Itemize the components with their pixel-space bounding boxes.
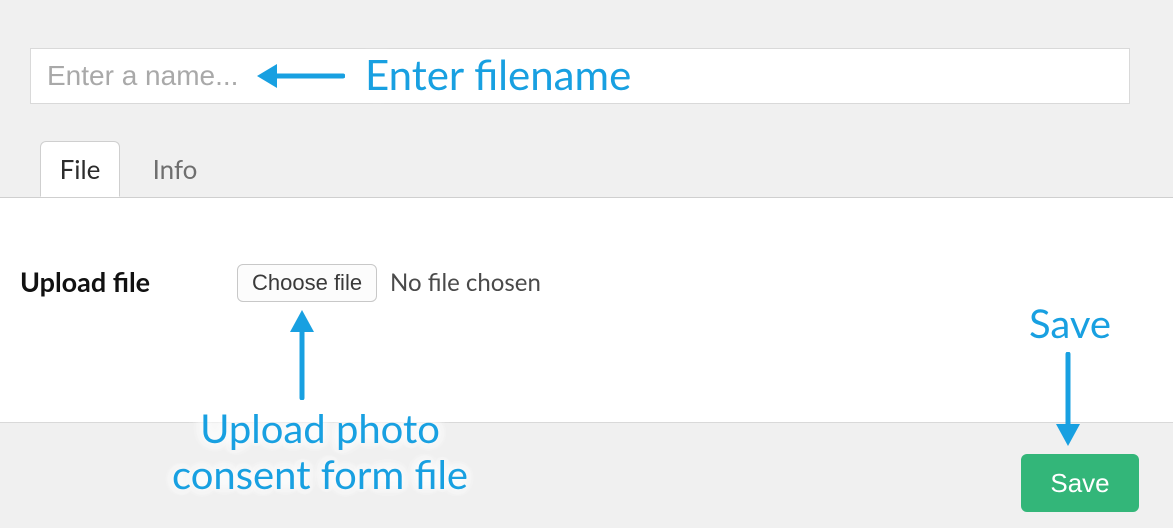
save-button-label: Save — [1050, 468, 1109, 498]
save-button[interactable]: Save — [1021, 454, 1139, 512]
annotation-upload-hint-line2: consent form file — [150, 451, 490, 497]
tab-info-label: Info — [153, 153, 198, 185]
form-panel — [0, 198, 1173, 423]
tab-info[interactable]: Info — [140, 141, 210, 197]
tab-file[interactable]: File — [40, 141, 120, 197]
name-input[interactable] — [30, 48, 1130, 104]
choose-file-button[interactable]: Choose file — [237, 264, 377, 302]
choose-file-button-label: Choose file — [252, 270, 362, 296]
upload-file-label: Upload file — [20, 265, 150, 298]
file-chosen-status: No file chosen — [390, 268, 541, 297]
upload-form-page: File Info Upload file Choose file No fil… — [0, 0, 1173, 528]
tab-file-label: File — [60, 153, 101, 185]
